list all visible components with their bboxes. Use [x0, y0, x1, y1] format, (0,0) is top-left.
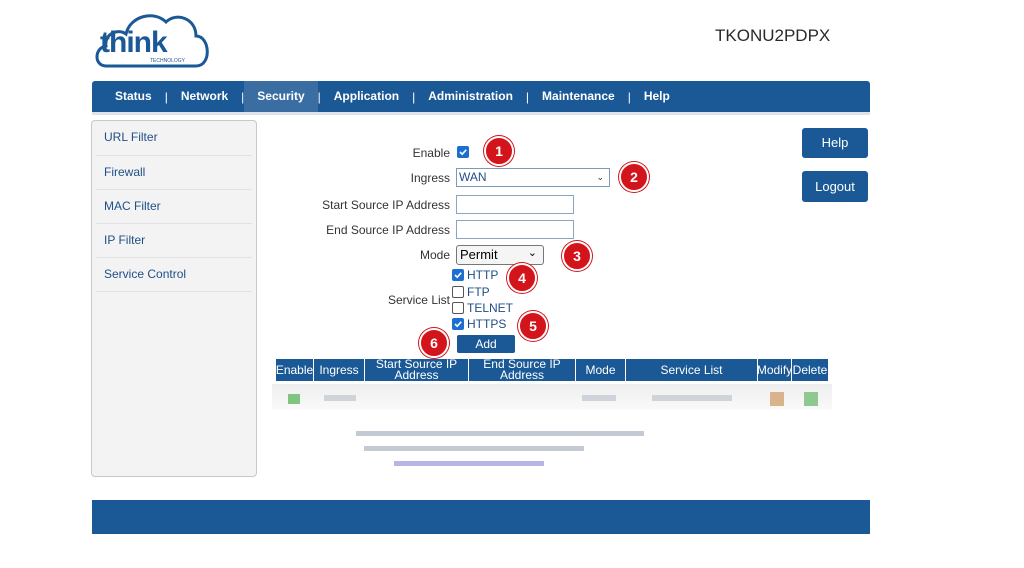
enable-status-icon: [288, 394, 300, 404]
blurred-note-line: [364, 446, 584, 451]
sidebar-item-service-control[interactable]: Service Control: [96, 258, 252, 292]
annotation-marker-3: 3: [562, 241, 592, 271]
logout-button[interactable]: Logout: [802, 171, 868, 202]
edit-icon[interactable]: [770, 392, 784, 406]
footer-bar: [92, 500, 870, 534]
nav-status[interactable]: Status: [102, 81, 165, 112]
start-ip-input[interactable]: [456, 195, 574, 214]
device-model: TKONU2PDPX: [715, 26, 831, 45]
nav-maintenance[interactable]: Maintenance: [529, 81, 628, 112]
sidebar-item-mac-filter[interactable]: MAC Filter: [96, 190, 252, 224]
col-enable: Enable: [276, 359, 314, 381]
end-ip-label: End Source IP Address: [326, 223, 450, 237]
col-service-list: Service List: [626, 359, 758, 381]
sidebar: URL Filter Firewall MAC Filter IP Filter…: [91, 120, 257, 477]
mode-select[interactable]: Permit ⌄: [456, 245, 544, 265]
start-ip-label: Start Source IP Address: [322, 198, 450, 212]
telnet-label: TELNET: [467, 301, 514, 315]
check-icon: [459, 149, 467, 156]
logo-text: think: [100, 26, 168, 59]
ingress-value: WAN: [459, 170, 487, 184]
http-checkbox[interactable]: [452, 269, 464, 281]
col-delete: Delete: [792, 362, 828, 377]
col-mode: Mode: [576, 359, 626, 381]
sidebar-item-firewall[interactable]: Firewall: [96, 156, 252, 190]
rules-table-header: Enable Ingress Start Source IP Address E…: [276, 359, 828, 381]
ingress-select[interactable]: WAN ⌄: [456, 168, 610, 187]
ingress-label: Ingress: [410, 171, 450, 185]
telnet-checkbox[interactable]: [452, 302, 464, 314]
enable-label: Enable: [412, 146, 450, 160]
nav-network[interactable]: Network: [168, 81, 241, 112]
col-end-ip: End Source IP Address: [469, 359, 576, 381]
sidebar-item-ip-filter[interactable]: IP Filter: [96, 224, 252, 258]
ftp-checkbox[interactable]: [452, 286, 464, 298]
annotation-marker-5: 5: [518, 311, 548, 341]
help-button[interactable]: Help: [802, 128, 868, 158]
nav-help[interactable]: Help: [631, 81, 683, 112]
think-logo: think TECHNOLOGY: [92, 4, 214, 74]
check-icon: [454, 321, 462, 328]
col-start-ip: Start Source IP Address: [365, 359, 469, 381]
service-list-cell: [652, 395, 732, 401]
ftp-label: FTP: [467, 285, 490, 299]
annotation-marker-4: 4: [507, 263, 537, 293]
nav-divider: [92, 112, 870, 115]
ingress-cell: [324, 395, 356, 401]
col-ingress: Ingress: [314, 359, 365, 381]
blurred-note-line: [356, 431, 644, 436]
annotation-marker-6: 6: [419, 328, 449, 358]
annotation-marker-1: 1: [484, 136, 514, 166]
https-checkbox[interactable]: [452, 318, 464, 330]
col-modify: Modify: [758, 359, 792, 381]
logo-subtext: TECHNOLOGY: [150, 58, 186, 64]
nav-application[interactable]: Application: [321, 81, 412, 112]
table-row: [272, 384, 832, 410]
mode-value: Permit: [460, 247, 498, 262]
enable-checkbox[interactable]: [457, 146, 469, 158]
top-nav: Status | Network | Security | Applicatio…: [92, 81, 870, 112]
https-label: HTTPS: [467, 317, 507, 331]
chevron-down-icon: ⌄: [527, 247, 537, 259]
sidebar-item-url-filter[interactable]: URL Filter: [96, 121, 252, 156]
chevron-down-icon: ⌄: [596, 172, 604, 182]
add-button[interactable]: Add: [457, 335, 515, 353]
delete-icon[interactable]: [804, 392, 818, 406]
nav-administration[interactable]: Administration: [415, 81, 526, 112]
nav-security[interactable]: Security: [244, 81, 318, 112]
end-ip-input[interactable]: [456, 220, 574, 239]
annotation-marker-2: 2: [619, 162, 649, 192]
http-label: HTTP: [467, 268, 499, 282]
mode-cell: [582, 395, 616, 401]
check-icon: [454, 272, 462, 279]
service-list-label: Service List: [387, 293, 450, 307]
blurred-link[interactable]: [394, 461, 544, 466]
mode-label: Mode: [419, 248, 450, 262]
